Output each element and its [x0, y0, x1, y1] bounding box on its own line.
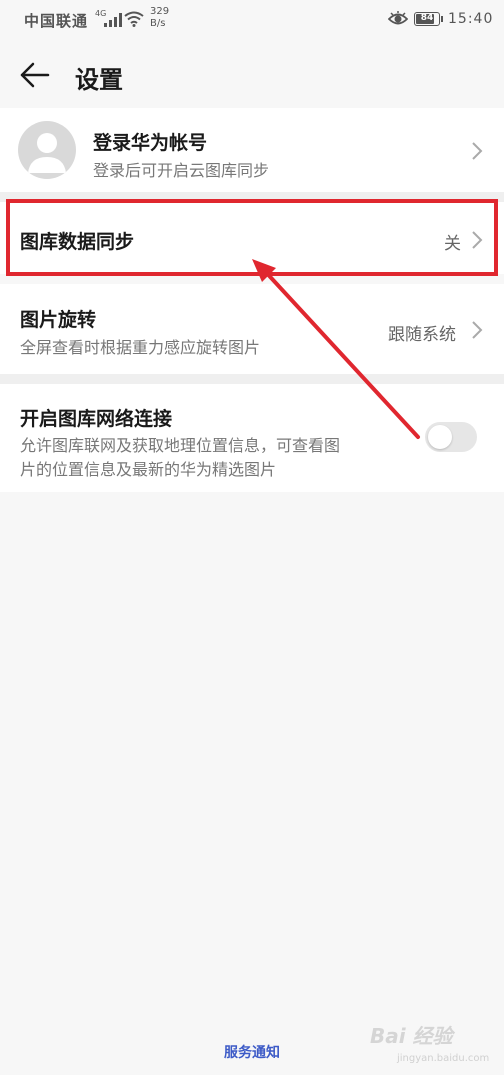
battery-cap	[441, 16, 443, 22]
account-subtitle: 登录后可开启云图库同步	[93, 161, 270, 180]
image-rotation-subtitle: 全屏查看时根据重力感应旋转图片	[20, 338, 261, 357]
back-arrow-icon[interactable]	[18, 58, 52, 92]
toggle-knob	[428, 425, 452, 449]
carrier-label: 中国联通	[24, 12, 89, 30]
network-connection-subtitle-line1: 允许图库联网及获取地理位置信息，可查看图	[20, 436, 341, 455]
network-toggle[interactable]	[425, 422, 477, 452]
net-speed-value: 329	[150, 6, 170, 17]
chevron-right-icon	[472, 142, 483, 160]
signal-icon	[104, 13, 122, 27]
net-speed-unit: B/s	[150, 18, 166, 29]
wifi-icon	[124, 11, 144, 27]
image-rotation-title: 图片旋转	[20, 309, 97, 331]
network-connection-title: 开启图库网络连接	[20, 408, 173, 430]
section-divider	[0, 374, 504, 384]
highlight-box	[6, 199, 498, 276]
status-bar: 中国联通 4G 329 B/s 84 15:40	[0, 0, 504, 40]
clock: 15:40	[448, 11, 494, 27]
battery-level: 84	[420, 13, 434, 23]
page-title: 设置	[75, 66, 123, 94]
network-connection-subtitle-line2: 片的位置信息及最新的华为精选图片	[20, 460, 277, 479]
chevron-right-icon	[472, 321, 483, 339]
image-rotation-value: 跟随系统	[388, 325, 456, 345]
avatar-placeholder-icon	[18, 121, 76, 179]
net-speed: 329 B/s	[150, 6, 169, 30]
battery-icon: 84	[414, 12, 440, 26]
account-title: 登录华为帐号	[93, 132, 208, 154]
watermark-url: jingyan.baidu.com	[397, 1053, 490, 1064]
eye-icon	[388, 11, 408, 25]
watermark-logo: Bai 经验	[370, 1024, 453, 1048]
